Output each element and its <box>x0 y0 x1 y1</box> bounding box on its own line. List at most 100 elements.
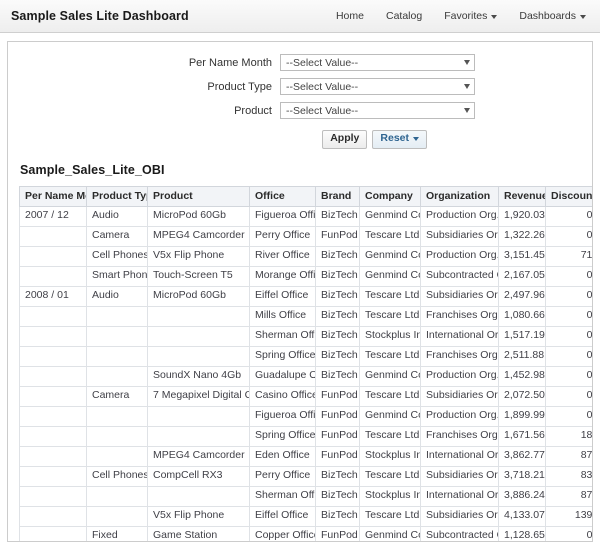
dashboard-canvas: Per Name Month --Select Value-- Product … <box>7 41 593 542</box>
table-cell: FunPod <box>315 425 360 447</box>
table-cell: Tescare Ltd. <box>359 345 421 367</box>
prompt-panel: Per Name Month --Select Value-- Product … <box>8 42 592 155</box>
table-cell <box>19 265 87 287</box>
nav-item-dashboards[interactable]: Dashboards <box>519 10 586 22</box>
table-cell: Franchises Org. <box>420 345 499 367</box>
table-cell <box>19 305 87 327</box>
table-cell <box>86 325 148 347</box>
table-row: Mills Office BizTech Tescare Ltd. Franchise… <box>19 305 592 327</box>
table-cell: Subsidiaries Org. <box>420 225 499 247</box>
table-cell: Tescare Ltd. <box>359 465 421 487</box>
table-cell: FunPod <box>315 225 360 247</box>
table-cell: MicroPod 60Gb <box>147 205 250 227</box>
table-cell: FunPod <box>315 405 360 427</box>
column-header-revenue[interactable]: Revenue <box>498 185 546 207</box>
prompt-value-product: --Select Value-- <box>286 104 359 117</box>
apply-button[interactable]: Apply <box>322 130 368 149</box>
table-row: Cell Phones V5x Flip Phone River Office Biz… <box>19 245 592 267</box>
table-cell: 2,167.05 <box>498 265 546 287</box>
table-cell: Perry Office <box>249 465 316 487</box>
table-cell <box>19 465 87 487</box>
table-row: Smart PhonesTouch-Screen T5Morange Offic… <box>19 265 592 287</box>
table-cell: Casino Office <box>249 385 316 407</box>
table-cell: Copper Office <box>249 525 316 541</box>
table-cell: Genmind Corp <box>359 365 421 387</box>
table-cell: Subsidiaries Org. <box>420 285 499 307</box>
table-cell: V5x Flip Phone <box>147 245 250 267</box>
table-cell: MPEG4 Camcorder <box>147 445 250 467</box>
nav-item-catalog[interactable]: Catalog <box>386 10 422 22</box>
global-header: Sample Sales Lite Dashboard Home Catalog… <box>0 0 600 33</box>
table-cell <box>147 345 250 367</box>
prompt-row-product-type: Product Type --Select Value-- <box>8 78 592 95</box>
table-cell: 0.00 <box>545 285 592 307</box>
table-cell: Eden Office <box>249 445 316 467</box>
table-cell: Sherman Office <box>249 485 316 507</box>
table-row: V5x Flip Phone Eiffel Office BizTech Tescar… <box>19 505 592 527</box>
table-cell: Audio <box>86 285 148 307</box>
table-cell <box>86 505 148 527</box>
prompt-label-product: Product <box>234 104 272 117</box>
table-cell: BizTech <box>315 325 360 347</box>
global-nav: Home Catalog Favorites Dashboards <box>336 10 586 22</box>
prompt-select-product-type[interactable]: --Select Value-- <box>280 78 475 95</box>
table-cell: 87.19 <box>545 445 592 467</box>
table-cell: Camera <box>86 385 148 407</box>
table-cell: Genmind Corp <box>359 405 421 427</box>
prompt-select-per-name-month[interactable]: --Select Value-- <box>280 54 475 71</box>
table-cell <box>86 405 148 427</box>
column-header-brand[interactable]: Brand <box>315 185 360 207</box>
table-cell: 3,718.21 <box>498 465 546 487</box>
apply-button-label: Apply <box>330 132 360 144</box>
table-cell: BizTech <box>315 365 360 387</box>
column-header-discount-amount[interactable]: Discount Amount <box>545 185 592 207</box>
table-cell: Tescare Ltd. <box>359 305 421 327</box>
table-row: Sherman OfficeBizTechStockplus Inc.Inter… <box>19 325 592 347</box>
table-cell: Genmind Corp <box>359 265 421 287</box>
report-table-body: 2007 / 12 Audio MicroPod 60Gb Figueroa Offi… <box>19 205 592 541</box>
prompt-label-product-type: Product Type <box>207 80 272 93</box>
table-cell: Cell Phones <box>86 465 148 487</box>
table-cell: Production Org. <box>420 365 499 387</box>
column-header-product-type[interactable]: Product Type <box>86 185 148 207</box>
chevron-down-icon <box>413 136 419 141</box>
table-cell: 83.93 <box>545 465 592 487</box>
table-cell: Genmind Corp <box>359 205 421 227</box>
table-cell: 1,920.03 <box>498 205 546 227</box>
table-cell: BizTech <box>315 265 360 287</box>
table-cell: Spring Office <box>249 345 316 367</box>
table-cell: Audio <box>86 205 148 227</box>
nav-item-favorites[interactable]: Favorites <box>444 10 498 22</box>
table-cell: BizTech <box>315 345 360 367</box>
table-row: 2008 / 01 Audio MicroPod 60Gb Eiffel Office… <box>19 285 592 307</box>
table-cell: 0.00 <box>545 305 592 327</box>
prompt-row-product: Product --Select Value-- <box>8 102 592 119</box>
table-row: Spring Office BizTech Tescare Ltd. Franchis… <box>19 345 592 367</box>
table-cell: River Office <box>249 245 316 267</box>
table-cell: 0.00 <box>545 265 592 287</box>
table-cell: BizTech <box>315 245 360 267</box>
table-cell <box>147 485 250 507</box>
column-header-office[interactable]: Office <box>249 185 316 207</box>
table-cell: 0.00 <box>545 325 592 347</box>
reset-button[interactable]: Reset <box>372 130 427 149</box>
table-cell: Spring Office <box>249 425 316 447</box>
column-header-company[interactable]: Company <box>359 185 421 207</box>
table-cell: 3,862.77 <box>498 445 546 467</box>
reset-button-label: Reset <box>380 132 409 144</box>
chevron-down-icon <box>580 15 586 19</box>
table-cell: 3,151.45 <box>498 245 546 267</box>
table-cell: 0.00 <box>545 225 592 247</box>
column-header-product[interactable]: Product <box>147 185 250 207</box>
prompt-value-product-type: --Select Value-- <box>286 80 359 93</box>
table-cell: V5x Flip Phone <box>147 505 250 527</box>
table-cell: Stockplus Inc. <box>359 485 421 507</box>
report-table: Per Name Month Product Type Product Offi… <box>19 185 592 541</box>
column-header-per-name-month[interactable]: Per Name Month <box>19 185 87 207</box>
table-cell <box>147 305 250 327</box>
prompt-select-product[interactable]: --Select Value-- <box>280 102 475 119</box>
table-cell: Tescare Ltd. <box>359 225 421 247</box>
column-header-organization[interactable]: Organization <box>420 185 499 207</box>
table-row: Fixed Game Station Copper Office FunPod Genm… <box>19 525 592 541</box>
nav-item-home[interactable]: Home <box>336 10 364 22</box>
